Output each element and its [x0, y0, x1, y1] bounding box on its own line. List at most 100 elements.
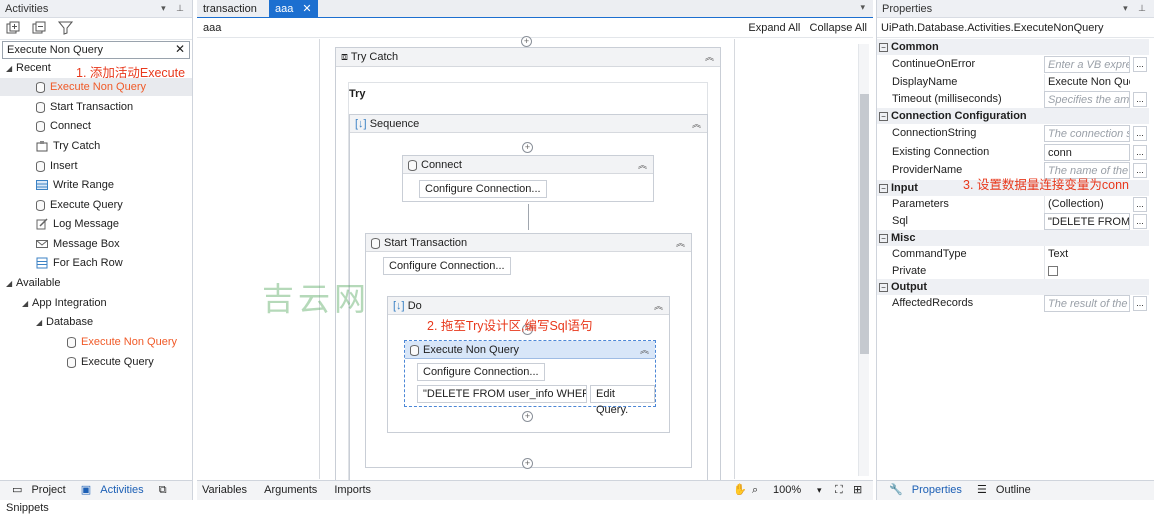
recent-item-start-transaction[interactable]: Start Transaction [36, 98, 133, 116]
collapse-icon[interactable]: ︽ [676, 234, 685, 252]
add-activity-icon[interactable]: + [522, 458, 533, 469]
tab-project[interactable]: ▭ Project [6, 484, 66, 496]
recent-item-try-catch[interactable]: Try Catch [36, 137, 100, 155]
prop-private[interactable]: Private [889, 263, 1149, 280]
try-block[interactable]: Try [↓] Sequence ︽ + Connect ︽ Configure… [348, 82, 708, 484]
prop-value-select[interactable]: Text [1044, 246, 1130, 263]
configure-connection-button[interactable]: Configure Connection... [419, 180, 547, 198]
zoom-magnifier-icon[interactable]: ⌕ [752, 481, 758, 499]
collapse-all-icon[interactable] [32, 21, 47, 35]
prop-value-input[interactable]: Execute Non Query [1044, 74, 1130, 91]
add-activity-icon[interactable]: + [522, 411, 533, 422]
tab-transaction[interactable]: transaction [197, 0, 263, 18]
prop-value-input[interactable]: (Collection) [1044, 196, 1130, 213]
ellipsis-button[interactable]: ... [1133, 197, 1147, 212]
add-activity-icon[interactable]: + [521, 36, 532, 47]
category-connection-configuration[interactable]: − Connection Configuration [877, 108, 1149, 124]
collapse-box-icon[interactable]: − [879, 111, 888, 121]
prop-affected-records[interactable]: AffectedRecords The result of the e... [889, 295, 1149, 312]
recent-item-connect[interactable]: Connect [36, 117, 91, 135]
recent-item-for-each-row[interactable]: For Each Row [36, 254, 123, 272]
breadcrumb[interactable]: aaa [203, 22, 221, 34]
ellipsis-button[interactable]: ... [1133, 214, 1147, 229]
recent-item-log-message[interactable]: Log Message [36, 215, 119, 233]
try-catch-activity[interactable]: ⧈ Try Catch ︽ Try [↓] Sequence ︽ + Conne… [335, 47, 721, 487]
add-activity-icon[interactable]: + [522, 142, 533, 153]
filter-icon[interactable] [58, 21, 74, 35]
tab-aaa[interactable]: aaa ✕ [269, 0, 318, 18]
prop-parameters[interactable]: Parameters (Collection)... [889, 196, 1149, 213]
expand-all-link[interactable]: Expand All [748, 22, 800, 34]
collapse-icon[interactable]: ︽ [640, 341, 649, 359]
hand-pan-icon[interactable]: ✋ [733, 481, 747, 499]
imports-tab[interactable]: Imports [334, 484, 371, 496]
recent-item-insert[interactable]: Insert [36, 157, 78, 175]
db-item-execute-non-query[interactable]: Execute Non Query [67, 333, 177, 351]
ellipsis-button[interactable]: ... [1133, 92, 1147, 107]
category-common[interactable]: − Common [877, 39, 1149, 55]
tab-outline[interactable]: ☰ Outline [971, 484, 1031, 496]
expand-all-icon[interactable] [6, 21, 21, 35]
configure-connection-button[interactable]: Configure Connection... [417, 363, 545, 381]
ellipsis-button[interactable]: ... [1133, 296, 1147, 311]
expand-arrow-icon[interactable]: ◢ [36, 314, 46, 332]
tree-group-database[interactable]: ◢ Database [36, 313, 93, 331]
tree-group-available[interactable]: ◢ Available [6, 274, 60, 292]
designer-canvas[interactable]: + ⧈ Try Catch ︽ Try [↓] Sequence ︽ + Con… [319, 36, 735, 487]
activities-search-input[interactable]: Execute Non Query ✕ [2, 41, 190, 59]
configure-connection-button[interactable]: Configure Connection... [383, 257, 511, 275]
collapse-box-icon[interactable]: − [879, 282, 888, 292]
recent-item-execute-query[interactable]: Execute Query [36, 196, 123, 214]
variables-tab[interactable]: Variables [202, 484, 247, 496]
overview-icon[interactable]: ⊞ [853, 481, 862, 499]
prop-continue-on-error[interactable]: ContinueOnError Enter a VB express... [889, 56, 1149, 73]
collapse-all-link[interactable]: Collapse All [810, 22, 867, 34]
expand-arrow-icon[interactable]: ◢ [6, 275, 16, 293]
category-output[interactable]: − Output [877, 279, 1149, 295]
ellipsis-button[interactable]: ... [1133, 163, 1147, 178]
ellipsis-button[interactable]: ... [1133, 126, 1147, 141]
collapse-box-icon[interactable]: − [879, 42, 888, 52]
prop-timeout[interactable]: Timeout (milliseconds) Specifies the amou… [889, 91, 1149, 108]
prop-command-type[interactable]: CommandType Text [889, 246, 1149, 263]
prop-value-input[interactable]: The result of the e [1044, 295, 1130, 312]
category-misc[interactable]: − Misc [877, 230, 1149, 246]
execute-non-query-activity[interactable]: Execute Non Query ︽ Configure Connection… [404, 340, 656, 416]
tree-group-app-integration[interactable]: ◢ App Integration [22, 294, 107, 312]
tab-activities[interactable]: ▣ Activities [75, 484, 144, 496]
zoom-level-select[interactable]: 100% [773, 481, 801, 499]
prop-existing-connection[interactable]: Existing Connection conn... [889, 144, 1149, 161]
prop-value-input[interactable]: Enter a VB express [1044, 56, 1130, 73]
collapse-box-icon[interactable]: − [879, 183, 888, 193]
recent-item-execute-non-query[interactable]: Execute Non Query [0, 78, 192, 96]
collapse-icon[interactable]: ︽ [654, 297, 663, 315]
panel-pin-icon[interactable]: ▾ ⊥ [161, 3, 188, 14]
edit-query-button[interactable]: Edit Query. [590, 385, 655, 416]
start-transaction-activity[interactable]: Start Transaction ︽ Configure Connection… [365, 233, 692, 468]
private-checkbox[interactable] [1048, 266, 1058, 277]
ellipsis-button[interactable]: ... [1133, 145, 1147, 160]
collapse-icon[interactable]: ︽ [705, 48, 714, 66]
fit-to-screen-icon[interactable]: ⛶ [835, 481, 843, 499]
clear-search-icon[interactable]: ✕ [175, 42, 185, 56]
arguments-tab[interactable]: Arguments [264, 484, 317, 496]
tab-properties[interactable]: 🔧 Properties [883, 484, 962, 496]
prop-display-name[interactable]: DisplayName Execute Non Query [889, 74, 1149, 91]
tab-dropdown-icon[interactable]: ▾ [860, 2, 865, 13]
scrollbar-thumb[interactable] [860, 94, 869, 354]
sql-input[interactable]: "DELETE FROM user_info WHERE id = [417, 385, 587, 403]
recent-item-message-box[interactable]: Message Box [36, 235, 120, 253]
prop-connection-string[interactable]: ConnectionString The connection stri... [889, 125, 1149, 142]
connect-activity[interactable]: Connect ︽ Configure Connection... [402, 155, 654, 202]
prop-sql[interactable]: Sql "DELETE FROM user... [889, 213, 1149, 230]
designer-vertical-scrollbar[interactable] [858, 44, 869, 476]
prop-value-input[interactable]: "DELETE FROM user [1044, 213, 1130, 230]
prop-value-input[interactable]: Specifies the amou [1044, 91, 1130, 108]
expand-arrow-icon[interactable]: ◢ [22, 295, 32, 313]
collapse-icon[interactable]: ︽ [638, 156, 647, 174]
tree-group-recent[interactable]: ◢ Recent [6, 59, 51, 77]
prop-value-input[interactable]: The connection stri [1044, 125, 1130, 142]
db-item-execute-query[interactable]: Execute Query [67, 353, 154, 371]
zoom-dropdown-icon[interactable]: ▾ [817, 481, 822, 499]
ellipsis-button[interactable]: ... [1133, 57, 1147, 72]
